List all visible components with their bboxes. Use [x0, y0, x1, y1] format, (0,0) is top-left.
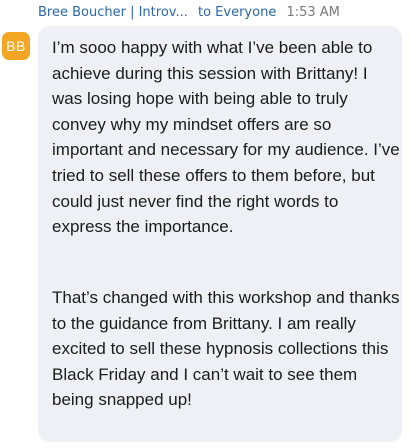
timestamp: 1:53 AM: [286, 5, 340, 20]
message-bubble: I’m sooo happy with what I’ve been able …: [38, 26, 402, 442]
message-paragraph: That’s changed with this workshop and th…: [52, 288, 400, 410]
message-header: Bree Boucher | Introv... to Everyone 1:5…: [38, 5, 340, 21]
recipient-label[interactable]: to Everyone: [198, 5, 276, 20]
message-paragraph: I’m sooo happy with what I’ve been able …: [52, 38, 400, 237]
avatar[interactable]: BB: [2, 32, 30, 60]
sender-name[interactable]: Bree Boucher | Introv...: [38, 5, 188, 20]
